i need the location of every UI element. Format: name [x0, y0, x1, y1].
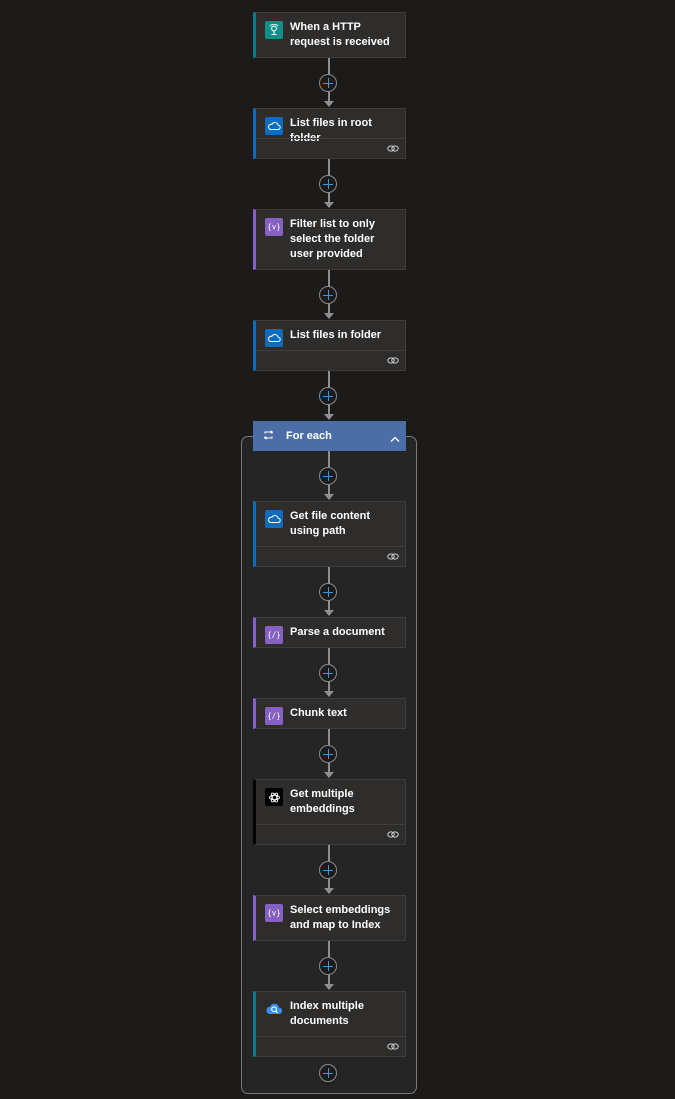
card-title: Parse a document: [290, 626, 385, 638]
link-icon[interactable]: [387, 1038, 399, 1056]
connector-arrow: [324, 494, 334, 500]
data-operation-icon: {v}: [265, 218, 283, 236]
svg-text:{/}: {/}: [268, 712, 280, 721]
card-title: Index multiple documents: [290, 1000, 364, 1027]
link-icon[interactable]: [387, 352, 399, 370]
data-operation-icon: {/}: [265, 707, 283, 725]
link-icon[interactable]: [387, 140, 399, 158]
trigger-card-http-request[interactable]: When a HTTP request is received: [253, 12, 406, 58]
flow-designer-canvas: When a HTTP request is received List fil…: [0, 0, 675, 1099]
openai-icon: [265, 788, 283, 806]
action-card-filter-list[interactable]: {v} Filter list to only select the folde…: [253, 209, 406, 270]
insert-step-button[interactable]: [319, 861, 337, 879]
svg-text:{v}: {v}: [268, 909, 280, 918]
connector-arrow: [324, 202, 334, 208]
card-title: Get file content using path: [290, 510, 371, 537]
insert-step-button[interactable]: [319, 583, 337, 601]
add-step-in-loop-button[interactable]: [319, 1064, 337, 1082]
link-icon[interactable]: [387, 548, 399, 566]
card-title: When a HTTP request is received: [290, 21, 390, 48]
link-icon[interactable]: [387, 826, 399, 844]
connector-arrow: [324, 691, 334, 697]
action-card-list-files-folder[interactable]: List files in folder: [253, 320, 406, 371]
action-card-index-documents[interactable]: Index multiple documents: [253, 991, 406, 1057]
data-operation-icon: {/}: [265, 626, 283, 644]
insert-step-button[interactable]: [319, 745, 337, 763]
card-footer: [256, 824, 405, 844]
foreach-title: For each: [286, 430, 332, 442]
insert-step-button[interactable]: [319, 664, 337, 682]
action-card-parse-document[interactable]: {/} Parse a document: [253, 617, 406, 648]
connector-arrow: [324, 101, 334, 107]
card-footer: [256, 1036, 405, 1056]
card-footer: [256, 138, 405, 158]
insert-step-button[interactable]: [319, 175, 337, 193]
card-title: List files in folder: [290, 329, 382, 341]
insert-step-button[interactable]: [319, 286, 337, 304]
connector-arrow: [324, 984, 334, 990]
action-card-select-embeddings[interactable]: {v} Select embeddings and map to Index: [253, 895, 406, 941]
card-title: Chunk text: [290, 707, 347, 719]
card-title: Select embeddings and map to Index: [290, 904, 391, 931]
data-operation-icon: {v}: [265, 904, 283, 922]
insert-step-button[interactable]: [319, 387, 337, 405]
card-footer: [256, 350, 405, 370]
card-title: Get multiple embeddings: [290, 788, 355, 815]
action-card-chunk-text[interactable]: {/} Chunk text: [253, 698, 406, 729]
svg-text:{v}: {v}: [268, 223, 280, 232]
connector-arrow: [324, 414, 334, 420]
connector-arrow: [324, 610, 334, 616]
insert-step-button[interactable]: [319, 74, 337, 92]
foreach-header[interactable]: For each: [253, 421, 406, 451]
onedrive-cloud-icon: [265, 510, 283, 528]
ai-search-icon: [265, 1000, 283, 1018]
loop-icon: [263, 427, 274, 445]
card-title: Filter list to only select the folder us…: [290, 218, 375, 260]
action-card-get-embeddings[interactable]: Get multiple embeddings: [253, 779, 406, 845]
insert-step-button[interactable]: [319, 957, 337, 975]
connector-arrow: [324, 888, 334, 894]
svg-text:{/}: {/}: [268, 631, 280, 640]
connector-arrow: [324, 313, 334, 319]
connector-arrow: [324, 772, 334, 778]
http-request-icon: [265, 21, 283, 39]
action-card-list-files-root[interactable]: List files in root folder: [253, 108, 406, 159]
onedrive-cloud-icon: [265, 329, 283, 347]
card-footer: [256, 546, 405, 566]
chevron-up-icon[interactable]: [390, 430, 400, 448]
insert-step-button[interactable]: [319, 467, 337, 485]
onedrive-cloud-icon: [265, 117, 283, 135]
action-card-get-file-content[interactable]: Get file content using path: [253, 501, 406, 567]
